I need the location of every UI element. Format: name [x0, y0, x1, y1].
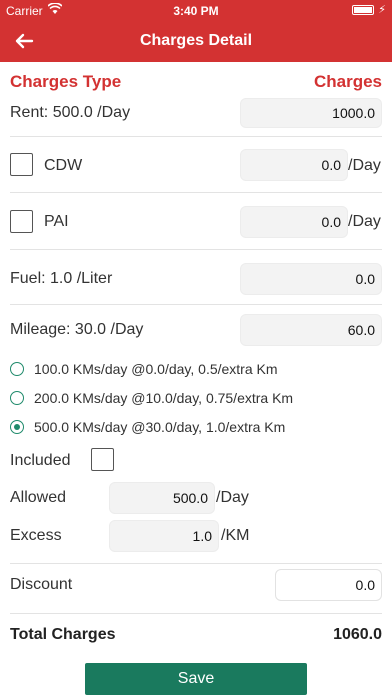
- rent-field[interactable]: 1000.0: [240, 98, 382, 128]
- section-header: Charges Type Charges: [10, 72, 382, 94]
- page-title: Charges Detail: [139, 32, 253, 49]
- excess-field[interactable]: 1.0: [109, 520, 219, 552]
- nav-bar: Charges Detail: [0, 20, 392, 62]
- pai-checkbox[interactable]: [10, 210, 33, 233]
- pai-label: PAI: [44, 213, 69, 230]
- mileage-option-radio-selected[interactable]: [10, 420, 24, 434]
- divider: [10, 249, 382, 250]
- excess-label: Excess: [10, 527, 62, 544]
- charges-heading: Charges: [313, 72, 382, 91]
- total-value: 1060.0: [333, 626, 382, 643]
- total-label: Total Charges: [10, 626, 116, 643]
- included-label: Included: [10, 452, 71, 469]
- mileage-option-label[interactable]: 200.0 KMs/day @10.0/day, 0.75/extra Km: [34, 390, 293, 406]
- status-time: 3:40 PM: [173, 4, 219, 18]
- charging-icon: ⚡: [378, 4, 386, 16]
- fuel-label: Fuel: 1.0 /Liter: [10, 270, 113, 287]
- divider: [10, 304, 382, 305]
- allowed-field[interactable]: 500.0: [109, 482, 215, 514]
- divider: [10, 136, 382, 137]
- divider: [10, 563, 382, 564]
- included-checkbox[interactable]: [91, 448, 114, 471]
- cdw-unit: /Day: [348, 157, 381, 174]
- mileage-option-label[interactable]: 100.0 KMs/day @0.0/day, 0.5/extra Km: [34, 361, 278, 377]
- pai-field[interactable]: 0.0: [240, 206, 348, 238]
- mileage-field[interactable]: 60.0: [240, 314, 382, 346]
- mileage-label: Mileage: 30.0 /Day: [10, 321, 144, 338]
- allowed-label: Allowed: [10, 489, 67, 506]
- mileage-option-radio[interactable]: [10, 362, 24, 376]
- discount-label: Discount: [10, 576, 73, 593]
- discount-field[interactable]: 0.0: [275, 569, 382, 601]
- status-bar: Carrier 3:40 PM ⚡: [0, 0, 392, 20]
- divider: [10, 192, 382, 193]
- divider: [10, 613, 382, 614]
- allowed-unit: /Day: [216, 489, 249, 506]
- charges-type-heading: Charges Type: [10, 72, 122, 91]
- mileage-option-radio[interactable]: [10, 391, 24, 405]
- rent-label: Rent: 500.0 /Day: [10, 104, 131, 121]
- pai-unit: /Day: [348, 213, 381, 230]
- save-button[interactable]: Save: [85, 663, 307, 695]
- cdw-field[interactable]: 0.0: [240, 149, 348, 181]
- cdw-label: CDW: [44, 157, 83, 174]
- battery-icon: [352, 5, 374, 15]
- excess-unit: /KM: [221, 527, 250, 544]
- cdw-checkbox[interactable]: [10, 153, 33, 176]
- mileage-option-label[interactable]: 500.0 KMs/day @30.0/day, 1.0/extra Km: [34, 419, 285, 435]
- fuel-field[interactable]: 0.0: [240, 263, 382, 295]
